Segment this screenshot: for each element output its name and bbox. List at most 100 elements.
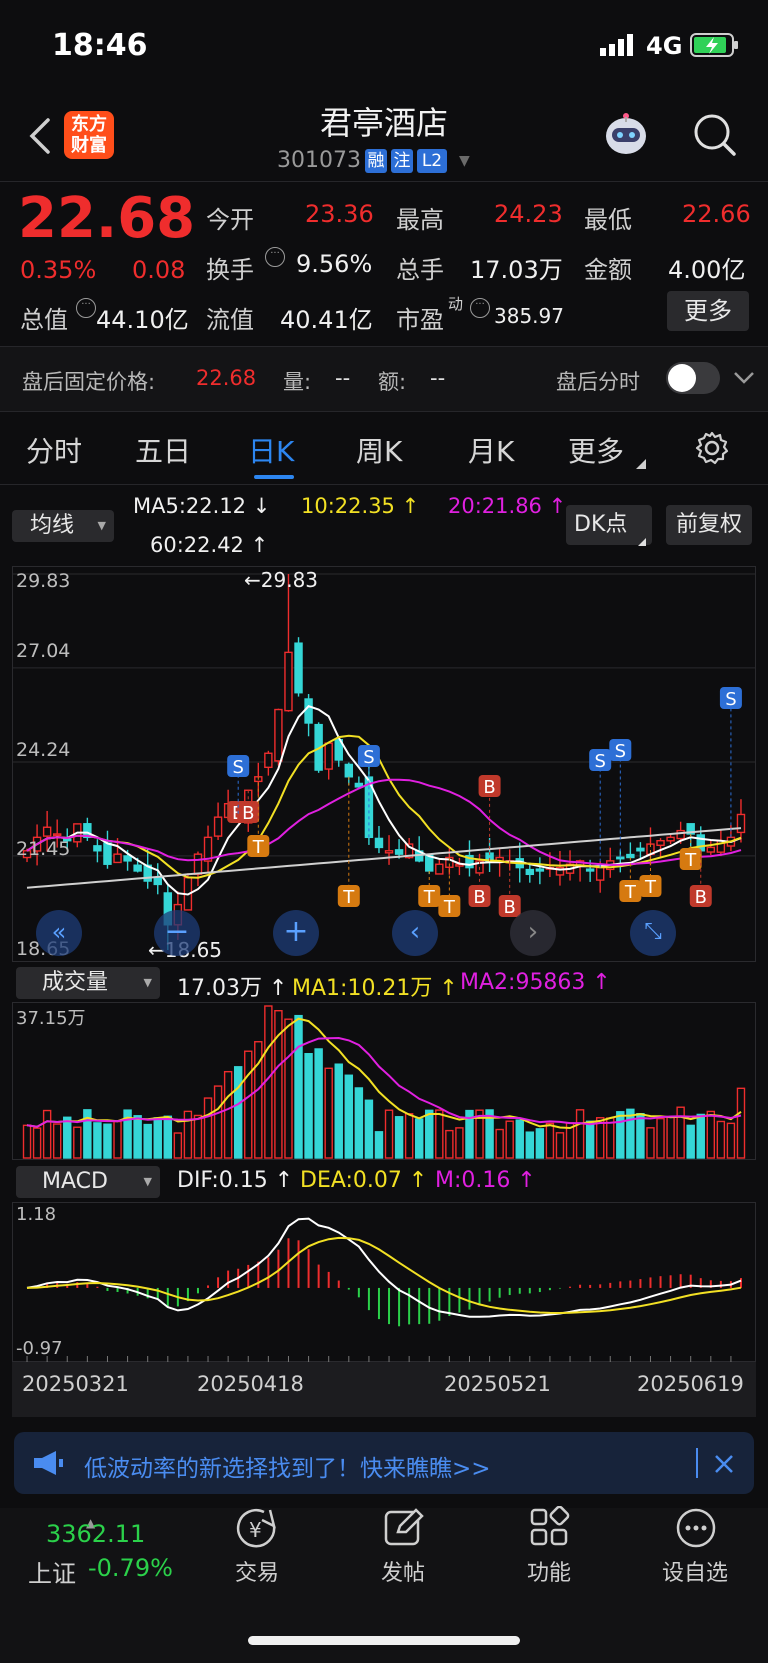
zoom-in-icon[interactable]: + <box>273 910 319 956</box>
candle-body <box>284 651 293 712</box>
chart-frame <box>12 1202 756 1362</box>
signal-icon <box>600 34 640 56</box>
volume-chart[interactable] <box>12 1002 756 1160</box>
volume-bar <box>42 1109 52 1159</box>
chart-frame <box>12 566 756 962</box>
dk-marker-label: B <box>242 803 254 824</box>
dropdown-corner-icon <box>636 454 646 469</box>
tab-five-day[interactable]: 五日 <box>135 430 191 470</box>
price-axis-label: 29.83 <box>16 570 71 592</box>
float-label: 流值 <box>206 306 254 334</box>
dk-marker-label: T <box>684 850 697 871</box>
candlestick-chart[interactable]: BBTSTSTTBBBSSTTTBS <box>12 566 756 962</box>
info-icon[interactable]: ··· <box>76 298 96 318</box>
volume-bar <box>636 1113 645 1159</box>
zoom-out-icon[interactable]: − <box>154 910 200 956</box>
after-hours-label: 盘后固定价格: <box>22 370 156 394</box>
index-name[interactable]: 上证 <box>28 1554 76 1589</box>
candle-body <box>153 877 162 886</box>
search-icon[interactable] <box>692 112 738 158</box>
pan-right-icon[interactable]: › <box>510 910 556 956</box>
ma5-value: MA5:22.12 ↓ <box>133 494 271 518</box>
macd-axis-bottom: -0.97 <box>16 1338 63 1359</box>
adjust-button[interactable]: 前复权 <box>666 505 752 545</box>
volume-bar <box>344 1074 354 1159</box>
candle-body <box>525 868 535 876</box>
nav-trade[interactable]: 交易 <box>202 1555 312 1587</box>
low-value: 22.66 <box>682 200 751 228</box>
function-icon[interactable] <box>528 1505 572 1550</box>
gear-icon[interactable] <box>694 430 730 466</box>
tab-weekly-k[interactable]: 周K <box>356 430 402 470</box>
macd-chart[interactable] <box>12 1202 756 1362</box>
amount-value: 4.00亿 <box>668 256 746 284</box>
tab-daily-k[interactable]: 日K <box>248 430 294 470</box>
volume-bar <box>103 1123 112 1159</box>
volume-bar <box>244 1050 253 1159</box>
volume-bar <box>404 1113 414 1159</box>
ma20-value: 20:21.86 ↑ <box>448 494 567 518</box>
ma-selector-label: 均线 <box>30 513 75 538</box>
mcap-label: 总值 <box>20 306 68 334</box>
volume-bar <box>726 1122 736 1159</box>
nav-post[interactable]: 发帖 <box>348 1555 458 1587</box>
volume-bar <box>304 1053 313 1159</box>
volume-bar <box>153 1117 162 1159</box>
tab-monthly-k[interactable]: 月K <box>468 430 514 470</box>
after-hours-vol: -- <box>335 366 351 390</box>
chevron-down-icon[interactable] <box>732 368 756 388</box>
candle-body <box>666 836 675 842</box>
stock-code-row[interactable]: 301073 融 注 L2 ▼ <box>277 148 470 173</box>
info-icon[interactable]: ··· <box>265 247 285 267</box>
candle-body <box>535 868 545 872</box>
stock-code: 301073 <box>277 148 361 173</box>
nav-watchlist[interactable]: 设自选 <box>640 1555 750 1587</box>
tag-attention: 注 <box>390 148 413 173</box>
volume-bar <box>606 1117 615 1159</box>
more-button[interactable]: 更多 <box>667 291 749 331</box>
robot-avatar-icon[interactable] <box>600 110 652 160</box>
volume-bar <box>696 1113 705 1159</box>
pan-left-icon[interactable]: ‹ <box>392 910 438 956</box>
index-value[interactable]: 3362.11 <box>46 1520 145 1548</box>
date-label: 20250521 <box>444 1372 551 1396</box>
fullscreen-icon[interactable]: ⤡ <box>630 910 676 956</box>
index-pct[interactable]: -0.79% <box>88 1554 173 1582</box>
tab-intraday[interactable]: 分时 <box>26 430 82 470</box>
promo-text[interactable]: 低波动率的新选择找到了！快来瞧瞧>> <box>84 1449 491 1483</box>
price-axis-label: 27.04 <box>16 640 71 662</box>
volume-bar <box>495 1128 504 1159</box>
rewind-icon[interactable]: « <box>36 910 82 956</box>
volume-ma2: MA2:95863 ↑ <box>460 970 611 995</box>
pe-label: 市盈 <box>396 306 444 334</box>
volume-selector[interactable]: 成交量 ▼ <box>16 967 160 999</box>
post-icon[interactable] <box>382 1506 426 1550</box>
candle-body <box>626 853 635 859</box>
close-icon[interactable] <box>712 1452 736 1476</box>
info-icon[interactable]: ··· <box>470 298 490 318</box>
tab-more[interactable]: 更多 <box>568 430 624 470</box>
after-hours-toggle[interactable] <box>666 362 720 394</box>
candle-body <box>264 752 273 769</box>
candle-body <box>636 847 645 852</box>
ma-selector[interactable]: 均线 ▼ <box>12 510 114 542</box>
chevron-down-icon: ▼ <box>143 1175 152 1188</box>
dk-marker-label: B <box>695 887 707 908</box>
volume-bar <box>233 1066 243 1159</box>
chevron-down-icon: ▼ <box>143 976 152 989</box>
trade-icon[interactable]: ¥ <box>234 1506 280 1552</box>
volume-bar <box>284 1018 293 1159</box>
candle-body <box>656 839 665 847</box>
volume-bar <box>394 1116 404 1159</box>
more-dots-icon[interactable] <box>674 1506 718 1550</box>
after-hours-price: 22.68 <box>196 366 257 390</box>
volume-bar <box>364 1099 374 1159</box>
pe-sup: 动 <box>448 295 464 313</box>
mcap-value: 44.10亿 <box>96 306 189 334</box>
candle-body <box>274 708 283 762</box>
macd-selector[interactable]: MACD ▼ <box>16 1166 160 1198</box>
macd-dif-line <box>26 1217 742 1318</box>
nav-function[interactable]: 功能 <box>494 1555 604 1587</box>
ma60-value: 60:22.42 ↑ <box>150 533 269 557</box>
macd-dea: DEA:0.07 ↑ <box>300 1168 428 1193</box>
